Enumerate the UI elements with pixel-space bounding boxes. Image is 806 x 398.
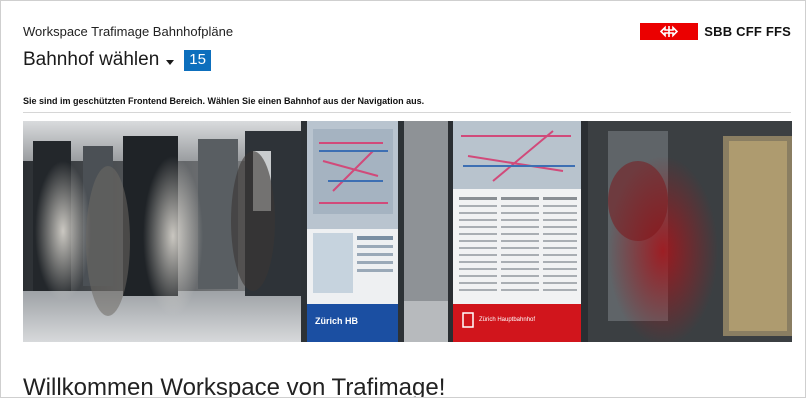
left-sign-label: Zürich HB: [315, 316, 359, 326]
sbb-arrows-icon: [640, 23, 699, 40]
divider: [23, 112, 791, 113]
chevron-down-icon: [166, 59, 175, 65]
station-picker-row: Bahnhof wählen 15: [23, 49, 211, 71]
brand-name: SBB CFF FFS: [704, 24, 791, 39]
welcome-heading: Willkommen Workspace von Trafimage!: [23, 374, 446, 398]
hero-image: Zürich HB Zürich Hauptbahnhof: [23, 121, 792, 342]
page-frame: Workspace Trafimage Bahnhofpläne SBB CFF…: [0, 0, 806, 398]
station-count-badge: 15: [184, 49, 211, 71]
right-sign-label: Zürich Hauptbahnhof: [479, 317, 535, 323]
app-title: Workspace Trafimage Bahnhofpläne: [23, 24, 234, 39]
protected-area-notice: Sie sind im geschützten Frontend Bereich…: [23, 96, 425, 106]
hero-illustration: Zürich HB Zürich Hauptbahnhof: [23, 121, 792, 342]
sbb-logo[interactable]: SBB CFF FFS: [640, 23, 791, 40]
station-select-label: Bahnhof wählen: [23, 49, 160, 70]
station-select-dropdown[interactable]: Bahnhof wählen: [23, 49, 175, 71]
